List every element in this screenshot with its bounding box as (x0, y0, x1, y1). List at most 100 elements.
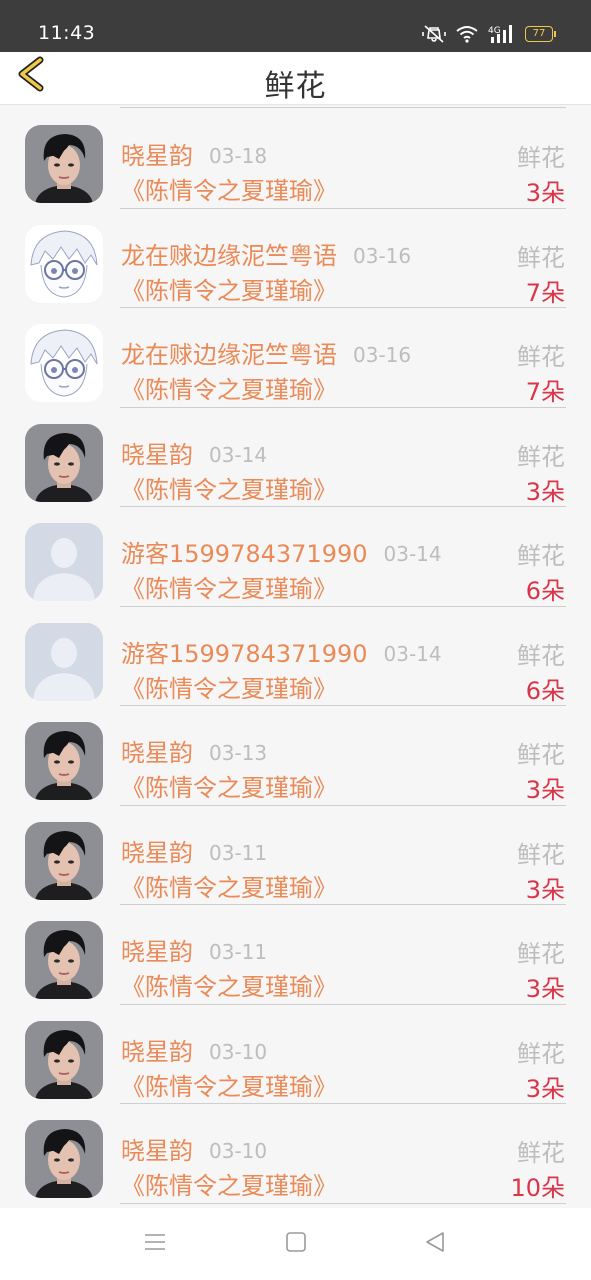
user-name[interactable]: 晓星韵 (121, 938, 193, 966)
user-name[interactable]: 晓星韵 (121, 739, 193, 767)
book-title[interactable]: 《陈情令之夏瑾瑜》 (121, 569, 337, 604)
gift-record-row[interactable]: 游客1599784371990 03-14 《陈情令之夏瑾瑜》 鲜花 6朵 (0, 507, 591, 607)
gift-type-label: 鲜花 (517, 144, 565, 172)
user-name[interactable]: 游客1599784371990 (121, 640, 368, 668)
avatar[interactable] (25, 1120, 103, 1198)
record-date: 03-13 (209, 741, 268, 765)
wifi-icon (455, 25, 479, 43)
user-name[interactable]: 龙在赇边缘泥竺粤语 (121, 242, 337, 270)
avatar[interactable] (25, 921, 103, 999)
gift-type-label: 鲜花 (517, 343, 565, 371)
user-name[interactable]: 晓星韵 (121, 839, 193, 867)
avatar[interactable] (25, 423, 103, 502)
row-divider (120, 1202, 566, 1204)
page-title: 鲜花 (264, 69, 327, 104)
back-nav-button[interactable] (423, 1230, 447, 1258)
status-bar: 11:43 4G 77 (0, 0, 591, 52)
status-time: 11:43 (38, 22, 96, 44)
gift-type-label: 鲜花 (517, 840, 565, 869)
avatar[interactable] (25, 224, 103, 303)
user-name-line: 晓星韵 03-14 (121, 435, 267, 470)
user-name[interactable]: 晓星韵 (121, 441, 193, 469)
record-date: 03-10 (209, 1039, 268, 1064)
avatar[interactable] (25, 622, 103, 701)
avatar[interactable] (25, 523, 103, 601)
gift-type-label: 鲜花 (517, 442, 565, 471)
gift-type-label: 鲜花 (517, 940, 565, 968)
gift-record-row[interactable]: 晓星韵 03-10 《陈情令之夏瑾瑜》 鲜花 10朵 (0, 1104, 591, 1204)
user-name[interactable]: 晓星韵 (121, 1137, 193, 1165)
menu-button[interactable] (143, 1230, 167, 1258)
user-name-line: 晓星韵 03-11 (121, 833, 267, 868)
status-icons: 4G 77 (422, 24, 556, 44)
gift-record-list: 晓星韵 03-18 《陈情令之夏瑾瑜》 鲜花 3朵 龙在赇边缘泥竺粤语 03-16 《陈情令之… (0, 105, 591, 1204)
user-name-line: 晓星韵 03-10 (121, 1131, 267, 1166)
avatar[interactable] (25, 821, 103, 900)
gift-count: 7朵 (525, 278, 565, 307)
user-name[interactable]: 晓星韵 (121, 142, 193, 170)
user-name-line: 游客1599784371990 03-14 (121, 634, 442, 669)
avatar[interactable] (25, 324, 103, 402)
gift-count: 6朵 (525, 577, 565, 605)
user-name-line: 晓星韵 03-11 (121, 932, 267, 967)
user-name[interactable]: 晓星韵 (121, 1038, 193, 1066)
gift-type-label: 鲜花 (517, 243, 565, 272)
gift-type-label: 鲜花 (517, 641, 565, 670)
record-date: 03-16 (353, 343, 412, 367)
record-date: 03-14 (209, 442, 268, 467)
avatar[interactable] (25, 722, 103, 800)
gift-record-row[interactable]: 晓星韵 03-14 《陈情令之夏瑾瑜》 鲜花 3朵 (0, 408, 591, 507)
menu-icon (145, 1234, 165, 1250)
gift-record-row[interactable]: 龙在赇边缘泥竺粤语 03-16 《陈情令之夏瑾瑜》 鲜花 7朵 (0, 209, 591, 308)
record-date: 03-18 (209, 144, 268, 168)
gift-record-row[interactable]: 晓星韵 03-18 《陈情令之夏瑾瑜》 鲜花 3朵 (0, 109, 591, 209)
user-name[interactable]: 龙在赇边缘泥竺粤语 (121, 341, 337, 369)
signal-icon: 4G (488, 24, 516, 44)
book-title[interactable]: 《陈情令之夏瑾瑜》 (121, 271, 337, 306)
book-title[interactable]: 《陈情令之夏瑾瑜》 (121, 470, 337, 505)
gift-record-row[interactable]: 晓星韵 03-10 《陈情令之夏瑾瑜》 鲜花 3朵 (0, 1005, 591, 1104)
book-title[interactable]: 《陈情令之夏瑾瑜》 (121, 1067, 337, 1102)
back-triangle-icon (426, 1232, 444, 1252)
gift-count: 3朵 (525, 1074, 565, 1103)
book-title[interactable]: 《陈情令之夏瑾瑜》 (121, 967, 337, 1002)
gift-count: 3朵 (525, 477, 565, 506)
title-bar: 鲜花 (0, 52, 591, 105)
battery-icon: 77 (525, 26, 556, 42)
home-square-icon (286, 1232, 306, 1252)
gift-count: 6朵 (525, 676, 565, 705)
gift-count: 3朵 (525, 975, 565, 1003)
gift-record-row[interactable]: 龙在赇边缘泥竺粤语 03-16 《陈情令之夏瑾瑜》 鲜花 7朵 (0, 308, 591, 408)
gift-count: 3朵 (525, 179, 565, 207)
gift-type-label: 鲜花 (517, 741, 565, 769)
record-date: 03-10 (209, 1139, 268, 1163)
gift-count: 3朵 (525, 875, 565, 904)
book-title[interactable]: 《陈情令之夏瑾瑜》 (121, 669, 337, 704)
user-name-line: 晓星韵 03-10 (121, 1032, 267, 1067)
avatar[interactable] (25, 125, 103, 203)
gift-record-row[interactable]: 晓星韵 03-11 《陈情令之夏瑾瑜》 鲜花 3朵 (0, 806, 591, 905)
mute-vibrate-icon (422, 24, 446, 44)
home-button[interactable] (284, 1230, 308, 1258)
gift-count: 10朵 (510, 1174, 565, 1202)
user-name-line: 晓星韵 03-18 (121, 136, 267, 171)
gift-record-row[interactable]: 游客1599784371990 03-14 《陈情令之夏瑾瑜》 鲜花 6朵 (0, 607, 591, 706)
book-title[interactable]: 《陈情令之夏瑾瑜》 (121, 171, 337, 206)
system-nav-bar (0, 1208, 591, 1280)
gift-record-row[interactable]: 晓星韵 03-13 《陈情令之夏瑾瑜》 鲜花 3朵 (0, 706, 591, 806)
gift-count: 7朵 (525, 378, 565, 406)
gift-record-row[interactable]: 晓星韵 03-11 《陈情令之夏瑾瑜》 鲜花 3朵 (0, 905, 591, 1005)
user-name-line: 游客1599784371990 03-14 (121, 534, 442, 569)
record-date: 03-14 (383, 641, 442, 666)
record-date: 03-11 (209, 840, 268, 865)
book-title[interactable]: 《陈情令之夏瑾瑜》 (121, 768, 337, 803)
book-title[interactable]: 《陈情令之夏瑾瑜》 (121, 1166, 337, 1201)
book-title[interactable]: 《陈情令之夏瑾瑜》 (121, 370, 337, 405)
user-name[interactable]: 游客1599784371990 (121, 540, 368, 568)
user-name-line: 晓星韵 03-13 (121, 733, 267, 768)
gift-type-label: 鲜花 (517, 1139, 565, 1167)
gift-count: 3朵 (525, 776, 565, 804)
avatar[interactable] (25, 1020, 103, 1099)
book-title[interactable]: 《陈情令之夏瑾瑜》 (121, 868, 337, 903)
record-date: 03-14 (383, 542, 442, 566)
